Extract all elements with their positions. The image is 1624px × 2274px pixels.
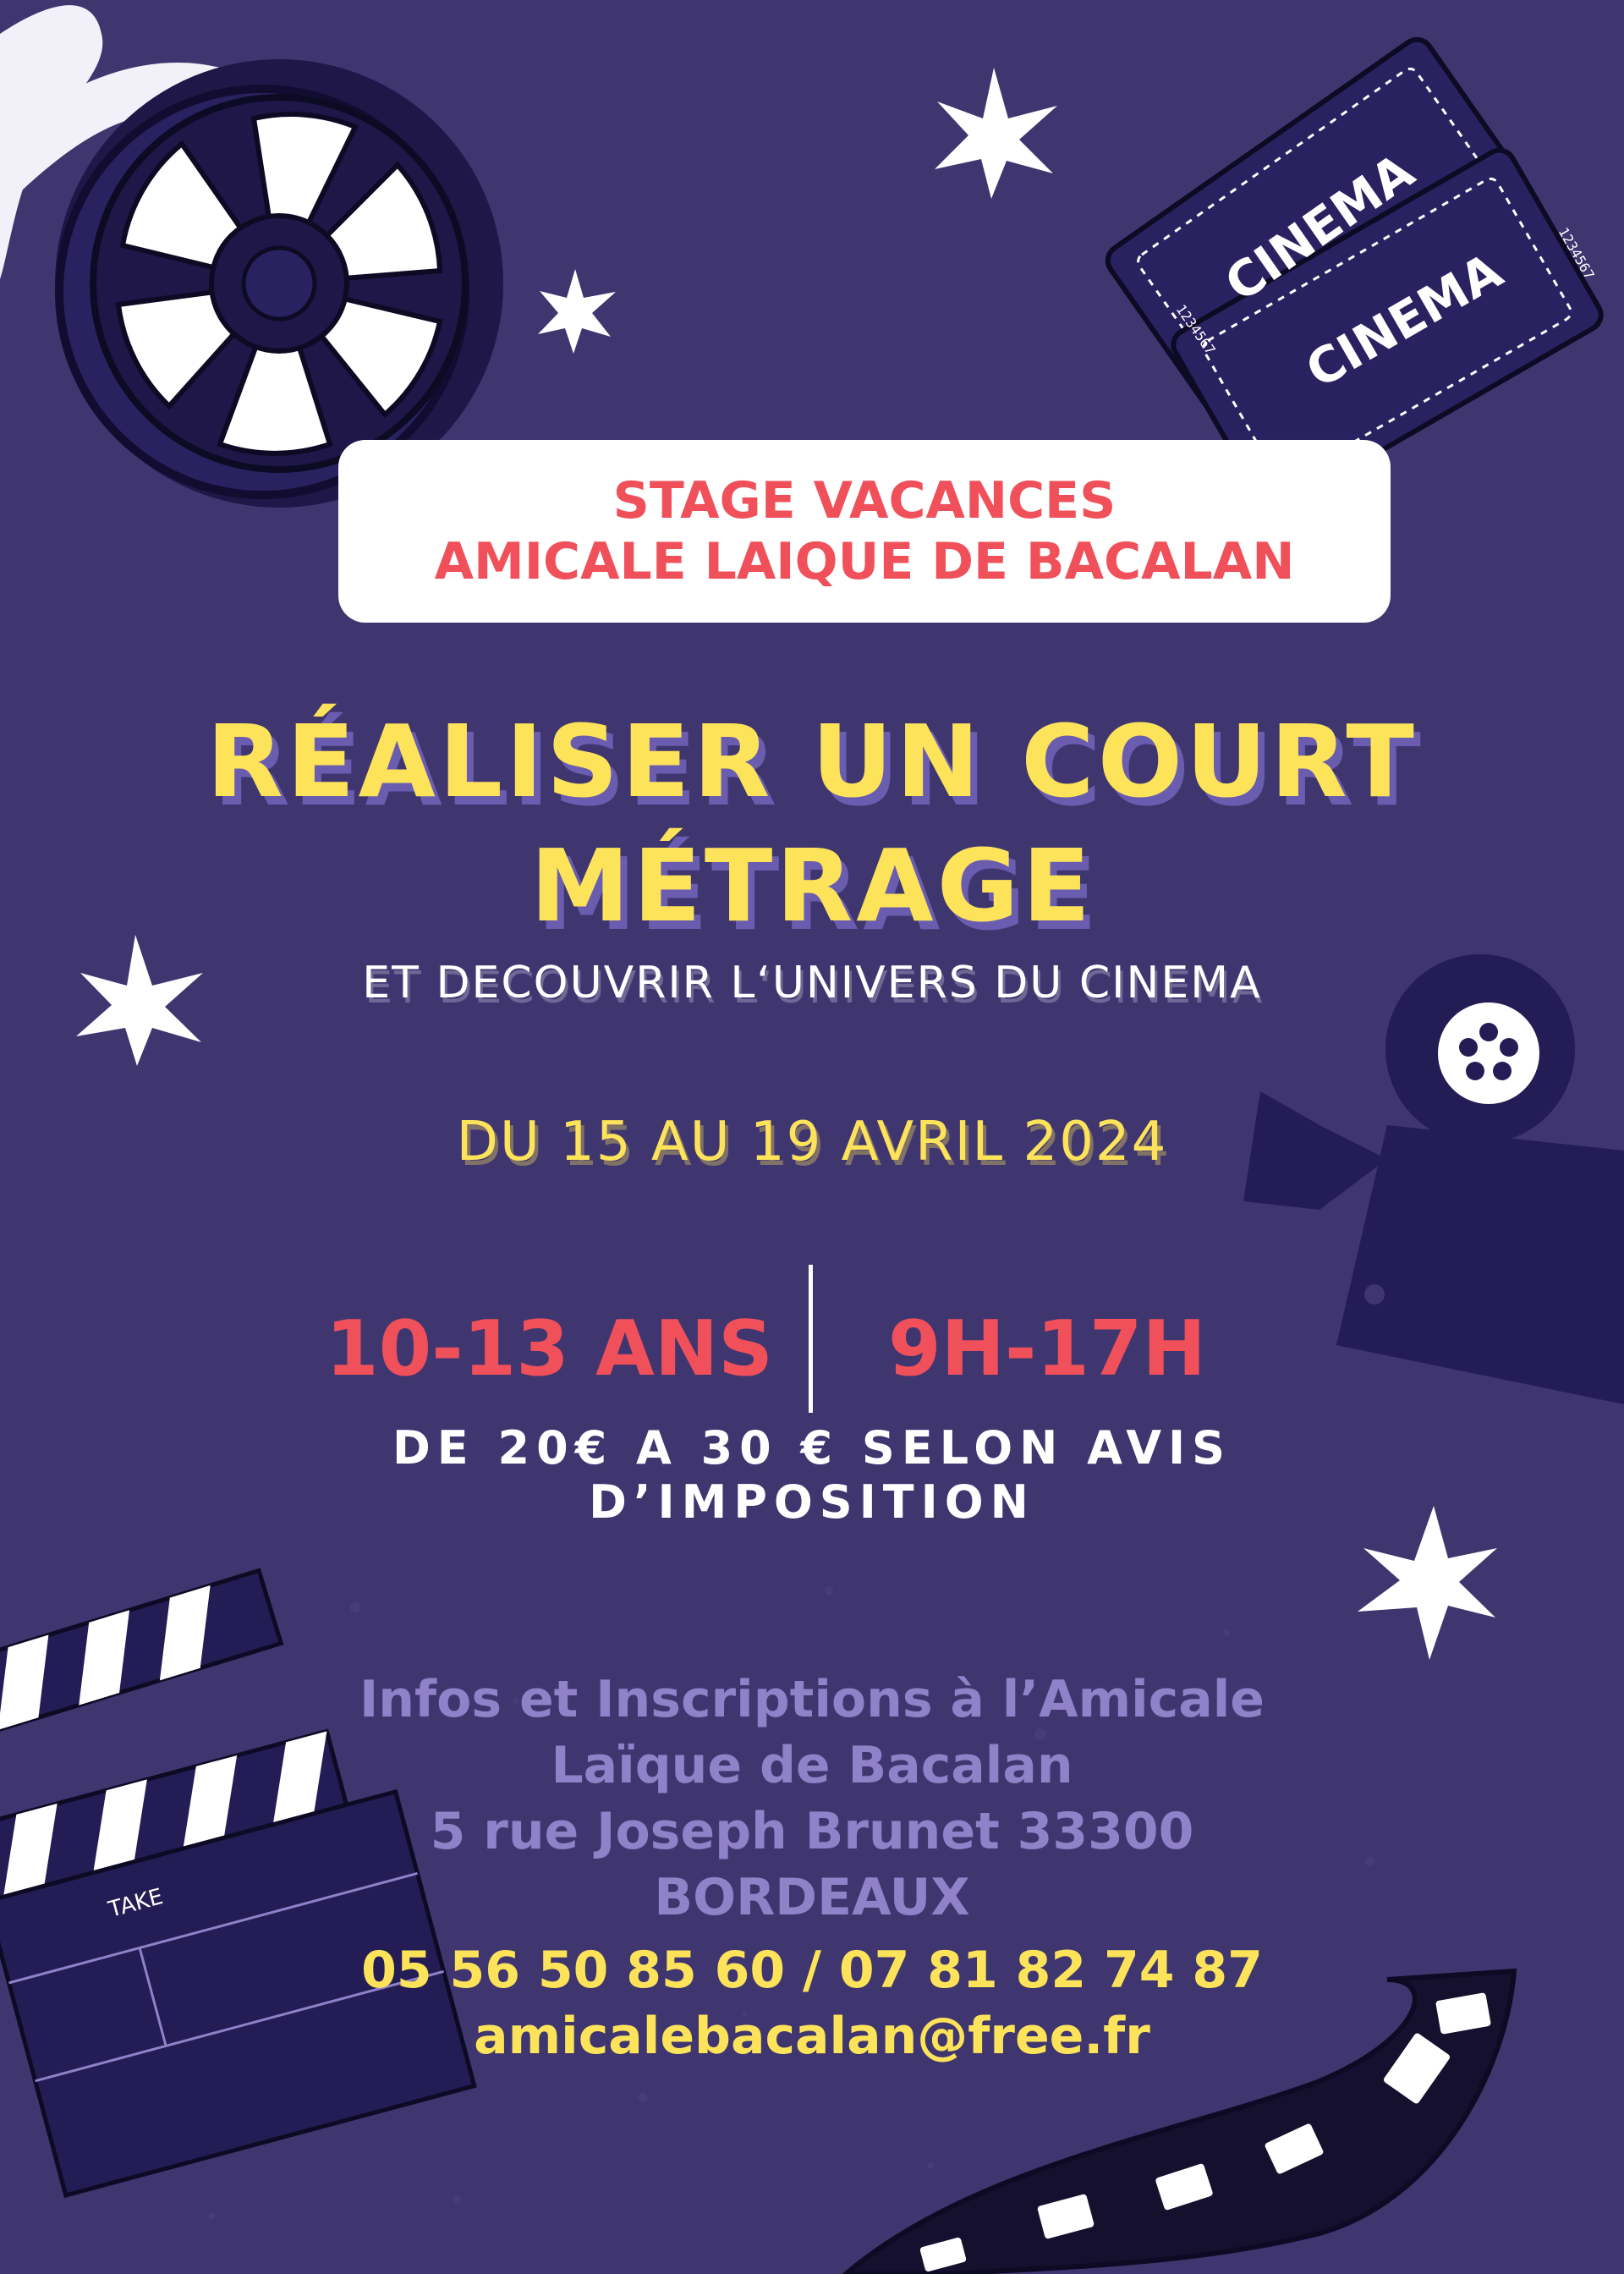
title-line-1: RÉALISER UN COURT	[206, 703, 1418, 820]
city-line: BORDEAUX	[654, 1868, 970, 1927]
phone-numbers[interactable]: 05 56 50 85 60 / 07 81 82 74 87	[0, 1937, 1624, 2003]
price-line-2: D’IMPOSITION	[589, 1475, 1035, 1529]
film-reel-icon	[0, 5, 503, 508]
subtitle: ET DECOUVRIR L‘UNIVERS DU CINEMA	[362, 958, 1262, 1008]
title-line-2: MÉTRAGE	[529, 827, 1095, 944]
address-line: 5 rue Joseph Brunet 33300	[430, 1802, 1194, 1861]
dates: DU 15 AU 19 AVRIL 2024	[456, 1111, 1168, 1173]
price-line-1: DE 20€ A 30 € SELON AVIS	[392, 1421, 1232, 1475]
header-badge: STAGE VACANCES AMICALE LAIQUE DE BACALAN	[338, 440, 1391, 623]
info-line-1: Infos et Inscriptions à l’Amicale	[359, 1670, 1265, 1729]
email-link[interactable]: amicalebacalan@free.fr	[0, 2003, 1624, 2069]
movie-camera-icon	[1243, 954, 1624, 1404]
age-range: 10-13 ANS	[326, 1305, 773, 1393]
info-line-2: Laïque de Bacalan	[551, 1736, 1073, 1795]
divider	[809, 1265, 813, 1413]
header-line-1: STAGE VACANCES	[612, 471, 1116, 530]
hours: 9H-17H	[888, 1305, 1206, 1393]
header-line-2: AMICALE LAIQUE DE BACALAN	[434, 532, 1295, 591]
